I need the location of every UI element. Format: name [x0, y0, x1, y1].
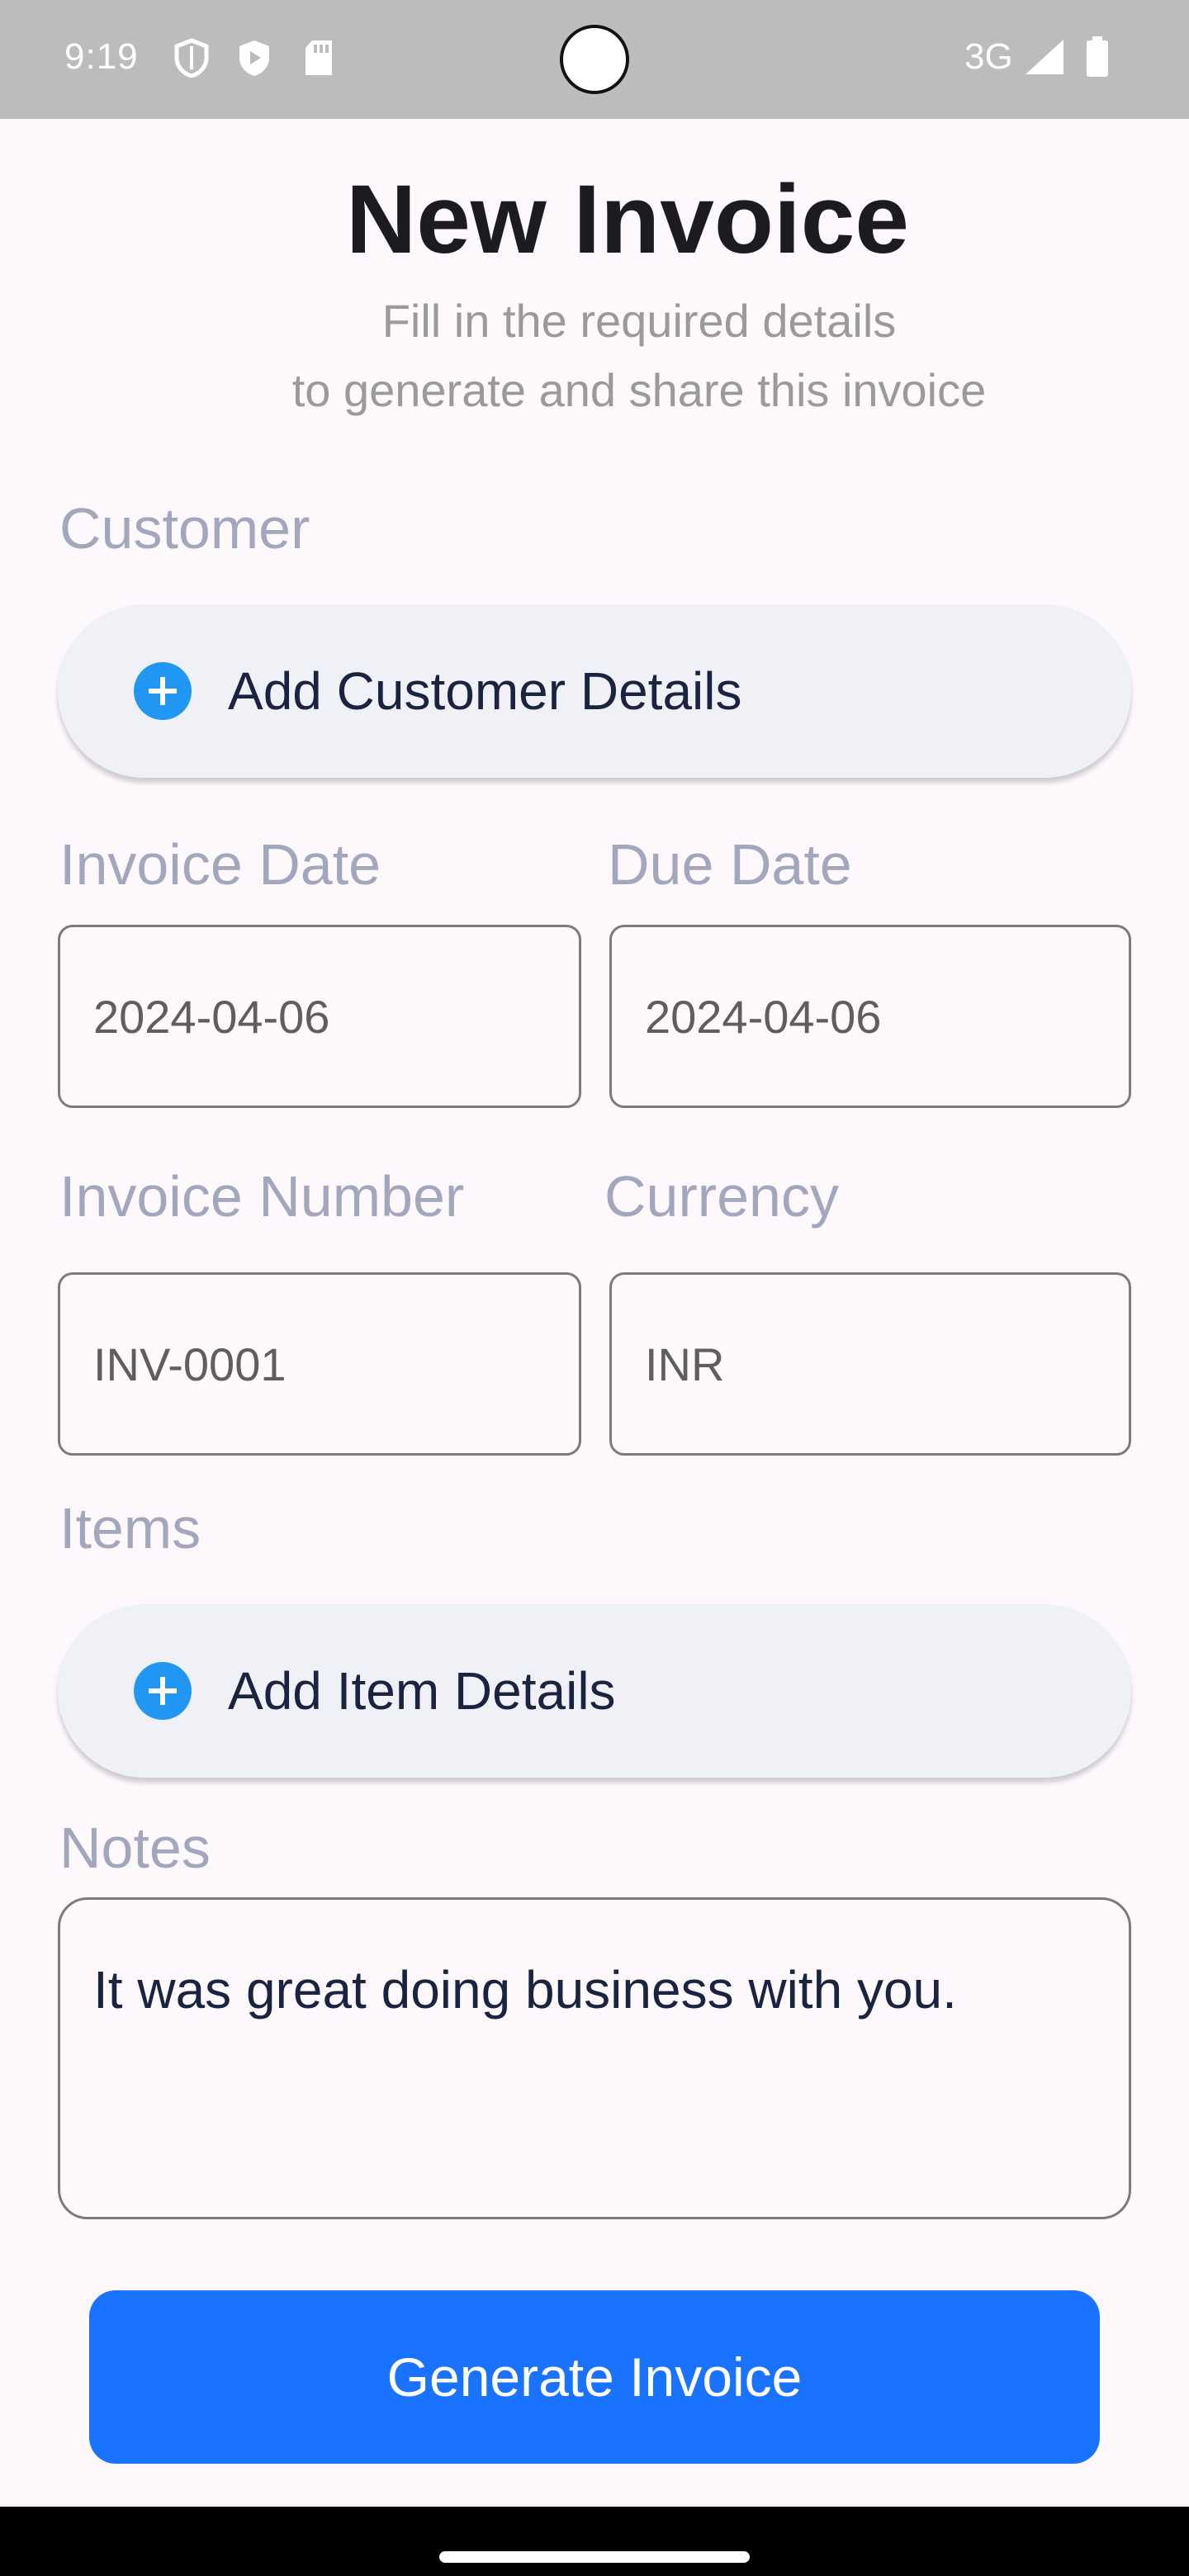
add-customer-button[interactable]: Add Customer Details: [58, 604, 1131, 778]
plus-circle-icon: [134, 662, 192, 720]
notes-value: It was great doing business with you.: [93, 1960, 957, 2020]
subtitle-line-2: to generate and share this invoice: [291, 364, 987, 416]
invoice-number-field[interactable]: INV-0001: [58, 1272, 581, 1456]
subtitle-line-1: Fill in the required details: [381, 295, 897, 347]
notes-label: Notes: [59, 1816, 211, 1880]
status-bar: 9:19 3G: [0, 0, 1189, 119]
network-type: 3G: [964, 36, 1013, 77]
generate-invoice-button[interactable]: Generate Invoice: [89, 2290, 1100, 2464]
invoice-date-label: Invoice Date: [59, 832, 381, 897]
add-item-label: Add Item Details: [228, 1661, 616, 1721]
signal-icon: [1024, 38, 1065, 80]
currency-field[interactable]: INR: [609, 1272, 1131, 1456]
customer-label: Customer: [59, 496, 310, 561]
currency-value: INR: [645, 1338, 725, 1390]
invoice-date-value: 2024-04-06: [93, 990, 330, 1043]
camera-cutout: [560, 25, 629, 94]
status-time: 9:19: [64, 36, 139, 77]
add-customer-label: Add Customer Details: [228, 661, 742, 721]
home-handle[interactable]: [439, 2551, 750, 2563]
play-protect-icon: [236, 38, 272, 82]
battery-icon: [1085, 36, 1110, 82]
due-date-field[interactable]: 2024-04-06: [609, 925, 1131, 1108]
items-label: Items: [59, 1496, 201, 1560]
shield-icon: [173, 38, 210, 82]
due-date-label: Due Date: [608, 832, 852, 897]
sd-card-icon: [302, 38, 335, 82]
invoice-date-field[interactable]: 2024-04-06: [58, 925, 581, 1108]
notes-field[interactable]: It was great doing business with you.: [58, 1897, 1131, 2219]
currency-label: Currency: [604, 1164, 839, 1229]
invoice-number-value: INV-0001: [93, 1338, 287, 1390]
add-item-button[interactable]: Add Item Details: [58, 1604, 1131, 1778]
page-title: New Invoice: [345, 165, 909, 274]
generate-invoice-label: Generate Invoice: [386, 2346, 803, 2408]
invoice-number-label: Invoice Number: [59, 1164, 465, 1229]
due-date-value: 2024-04-06: [645, 990, 882, 1043]
navigation-bar: [0, 2507, 1189, 2576]
plus-circle-icon: [134, 1662, 192, 1720]
